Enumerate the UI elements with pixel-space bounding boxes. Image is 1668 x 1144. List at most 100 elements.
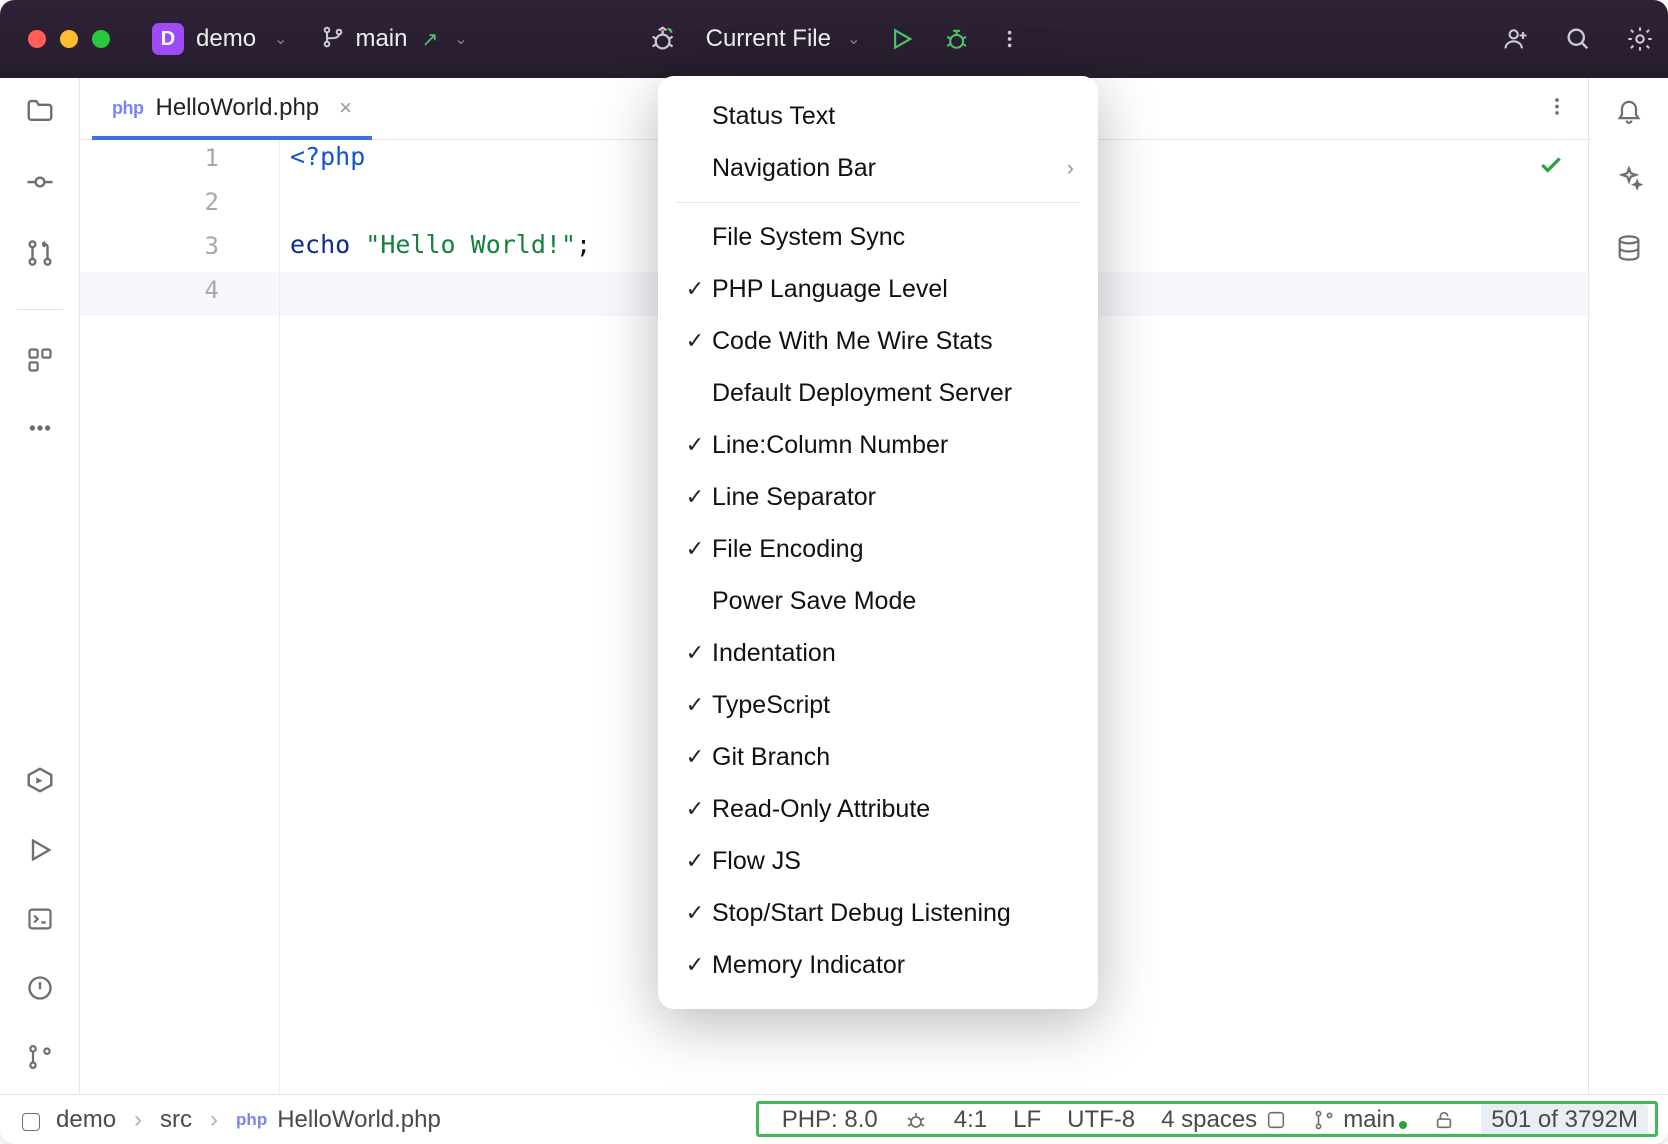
line-sep-widget[interactable]: LF bbox=[1013, 1106, 1041, 1134]
services-tool-icon[interactable] bbox=[25, 765, 55, 800]
check-icon: ✓ bbox=[678, 328, 712, 354]
breadcrumb[interactable]: demo › src › php HelloWorld.php bbox=[0, 1106, 441, 1134]
menu-item[interactable]: ✓PHP Language Level bbox=[658, 263, 1098, 315]
check-icon: ✓ bbox=[678, 432, 712, 458]
check-icon: ✓ bbox=[678, 276, 712, 302]
php-filetype-icon: php bbox=[112, 98, 144, 119]
close-window-icon[interactable] bbox=[28, 30, 46, 48]
vcs-branch-selector[interactable]: main ↗ ⌄ bbox=[321, 25, 467, 54]
titlebar-center: Current File ⌄ bbox=[648, 24, 1021, 54]
code-with-me-icon[interactable] bbox=[1502, 25, 1530, 53]
search-icon[interactable] bbox=[1564, 25, 1592, 53]
breadcrumb-seg: demo bbox=[56, 1106, 116, 1134]
breadcrumb-seg: HelloWorld.php bbox=[277, 1106, 441, 1134]
titlebar-right bbox=[1502, 25, 1654, 53]
menu-item[interactable]: ✓Read-Only Attribute bbox=[658, 783, 1098, 835]
menu-item[interactable]: ✓Git Branch bbox=[658, 731, 1098, 783]
menu-item[interactable]: ✓Flow JS bbox=[658, 835, 1098, 887]
pull-requests-icon[interactable] bbox=[25, 238, 55, 273]
structure-tool-icon[interactable] bbox=[26, 346, 54, 379]
readonly-widget[interactable] bbox=[1433, 1109, 1455, 1131]
menu-item-label: Memory Indicator bbox=[712, 951, 1074, 980]
run-config-label: Current File bbox=[706, 25, 831, 53]
chevron-down-icon: ⌄ bbox=[847, 29, 860, 49]
open-external-icon[interactable]: ↗ bbox=[421, 27, 438, 52]
tab-helloworld[interactable]: php HelloWorld.php × bbox=[92, 77, 372, 139]
inspection-ok-icon[interactable] bbox=[1538, 152, 1564, 183]
memory-indicator-widget[interactable]: 501 of 3792M bbox=[1481, 1104, 1648, 1136]
debug-button[interactable] bbox=[942, 25, 970, 53]
check-icon: ✓ bbox=[678, 484, 712, 510]
more-actions-icon[interactable] bbox=[998, 28, 1020, 50]
problems-tool-icon[interactable] bbox=[26, 974, 54, 1007]
menu-item-label: File Encoding bbox=[712, 535, 1074, 564]
settings-icon[interactable] bbox=[1626, 25, 1654, 53]
encoding-widget[interactable]: UTF-8 bbox=[1067, 1106, 1135, 1134]
line-number: 4 bbox=[159, 276, 219, 304]
check-icon: ✓ bbox=[678, 640, 712, 666]
database-tool-icon[interactable] bbox=[1615, 234, 1643, 267]
menu-item[interactable]: ✓Code With Me Wire Stats bbox=[658, 315, 1098, 367]
chevron-down-icon: ⌄ bbox=[274, 29, 287, 49]
menu-item[interactable]: ✓Stop/Start Debug Listening bbox=[658, 887, 1098, 939]
titlebar: D demo ⌄ main ↗ ⌄ Current File ⌄ bbox=[0, 0, 1668, 78]
menu-item-label: Stop/Start Debug Listening bbox=[712, 899, 1074, 928]
menu-item[interactable]: Default Deployment Server bbox=[658, 367, 1098, 419]
code-line-1: <?php bbox=[290, 142, 365, 171]
menu-item[interactable]: ✓Memory Indicator bbox=[658, 939, 1098, 991]
vcs-tool-icon[interactable] bbox=[26, 1043, 54, 1076]
run-configuration-selector[interactable]: Current File ⌄ bbox=[706, 25, 861, 53]
project-tool-icon[interactable] bbox=[25, 96, 55, 131]
left-toolbar bbox=[0, 78, 80, 1094]
menu-item-label: Read-Only Attribute bbox=[712, 795, 1074, 824]
right-toolbar bbox=[1588, 78, 1668, 1094]
terminal-tool-icon[interactable] bbox=[26, 905, 54, 938]
project-selector[interactable]: D demo ⌄ bbox=[152, 23, 287, 55]
statusbar-widgets-menu: Status Text Navigation Bar› File System Sy… bbox=[658, 76, 1098, 1009]
php-filetype-icon: php bbox=[236, 1110, 267, 1130]
menu-item-label: Git Branch bbox=[712, 743, 1074, 772]
line-col-widget[interactable]: 4:1 bbox=[954, 1106, 987, 1134]
code-line-3: echo "Hello World!"; bbox=[290, 230, 591, 259]
close-tab-icon[interactable]: × bbox=[339, 95, 352, 121]
ai-assistant-icon[interactable] bbox=[1615, 165, 1643, 198]
zoom-window-icon[interactable] bbox=[92, 30, 110, 48]
menu-item-label: PHP Language Level bbox=[712, 275, 1074, 304]
line-number: 3 bbox=[159, 232, 219, 260]
branch-widget[interactable]: main bbox=[1313, 1106, 1407, 1134]
menu-item[interactable]: Power Save Mode bbox=[658, 575, 1098, 627]
minimize-window-icon[interactable] bbox=[60, 30, 78, 48]
menu-item-label: Line Separator bbox=[712, 483, 1074, 512]
module-icon bbox=[22, 1113, 40, 1131]
line-number: 2 bbox=[159, 188, 219, 216]
menu-item-label: TypeScript bbox=[712, 691, 1074, 720]
php-level-widget[interactable]: PHP: 8.0 bbox=[782, 1106, 878, 1134]
menu-item[interactable]: ✓File Encoding bbox=[658, 523, 1098, 575]
menu-item-label: Code With Me Wire Stats bbox=[712, 327, 1074, 356]
menu-item[interactable]: ✓Indentation bbox=[658, 627, 1098, 679]
commit-tool-icon[interactable] bbox=[25, 167, 55, 202]
menu-item-label: Default Deployment Server bbox=[712, 379, 1074, 408]
line-number: 1 bbox=[159, 144, 219, 172]
menu-item[interactable]: Navigation Bar› bbox=[658, 142, 1098, 194]
menu-item[interactable]: ✓TypeScript bbox=[658, 679, 1098, 731]
menu-item[interactable]: ✓Line:Column Number bbox=[658, 419, 1098, 471]
debug-listen-widget[interactable] bbox=[904, 1108, 928, 1132]
menu-item-label: Line:Column Number bbox=[712, 431, 1074, 460]
project-name: demo bbox=[196, 25, 256, 53]
run-tool-icon[interactable] bbox=[26, 836, 54, 869]
tab-filename: HelloWorld.php bbox=[156, 94, 320, 122]
tab-options-icon[interactable] bbox=[1546, 95, 1568, 122]
menu-item[interactable]: Status Text bbox=[658, 90, 1098, 142]
indent-widget[interactable]: 4 spaces bbox=[1161, 1106, 1287, 1134]
chevron-down-icon: ⌄ bbox=[454, 29, 467, 49]
menu-item-label: Navigation Bar bbox=[712, 154, 1067, 183]
check-icon: ✓ bbox=[678, 796, 712, 822]
notifications-icon[interactable] bbox=[1615, 96, 1643, 129]
menu-item[interactable]: File System Sync bbox=[658, 211, 1098, 263]
menu-item[interactable]: ✓Line Separator bbox=[658, 471, 1098, 523]
more-tools-icon[interactable] bbox=[27, 415, 53, 446]
debug-listen-icon[interactable] bbox=[648, 24, 678, 54]
run-button[interactable] bbox=[888, 26, 914, 52]
menu-item-label: Status Text bbox=[712, 102, 1074, 131]
